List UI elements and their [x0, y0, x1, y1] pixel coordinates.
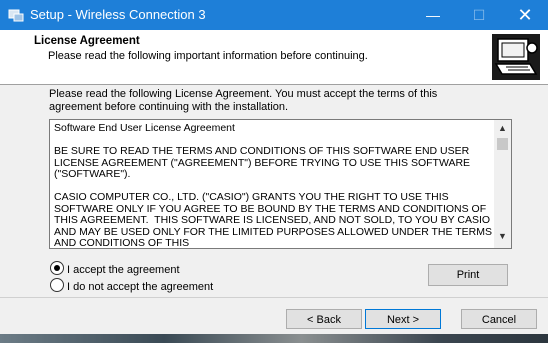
license-scrollbar[interactable]: ▲ ▼ [494, 120, 511, 248]
title-bar[interactable]: Setup - Wireless Connection 3 — ☐ ✕ [0, 0, 548, 30]
back-button[interactable]: < Back [286, 309, 362, 329]
close-button[interactable]: ✕ [502, 0, 548, 30]
window-title: Setup - Wireless Connection 3 [30, 7, 206, 22]
setup-app-icon [8, 9, 24, 22]
scroll-thumb[interactable] [497, 138, 508, 150]
desktop-background [0, 334, 548, 343]
accept-radio-option[interactable]: I accept the agreement [50, 261, 180, 276]
license-text: Software End User License Agreement BE S… [54, 122, 492, 249]
page-subtitle: Please read the following important info… [48, 50, 368, 62]
decline-radio-label[interactable]: I do not accept the agreement [67, 281, 213, 293]
scroll-down-icon[interactable]: ▼ [494, 231, 511, 245]
setup-computer-icon [492, 34, 540, 80]
decline-radio-option[interactable]: I do not accept the agreement [50, 278, 213, 293]
wizard-header: License Agreement Please read the follow… [0, 30, 548, 85]
accept-radio[interactable] [50, 261, 64, 275]
maximize-button[interactable]: ☐ [456, 0, 502, 30]
accept-radio-label[interactable]: I accept the agreement [67, 264, 180, 276]
scroll-up-icon[interactable]: ▲ [494, 123, 511, 137]
setup-window: Setup - Wireless Connection 3 — ☐ ✕ Lice… [0, 0, 548, 343]
decline-radio[interactable] [50, 278, 64, 292]
page-title: License Agreement [34, 35, 140, 47]
cancel-button[interactable]: Cancel [461, 309, 537, 329]
intro-text: Please read the following License Agreem… [49, 88, 438, 113]
print-button[interactable]: Print [428, 264, 508, 286]
footer-separator [0, 297, 548, 298]
minimize-button[interactable]: — [410, 0, 456, 30]
license-textbox[interactable]: Software End User License Agreement BE S… [49, 119, 512, 249]
next-button[interactable]: Next > [365, 309, 441, 329]
